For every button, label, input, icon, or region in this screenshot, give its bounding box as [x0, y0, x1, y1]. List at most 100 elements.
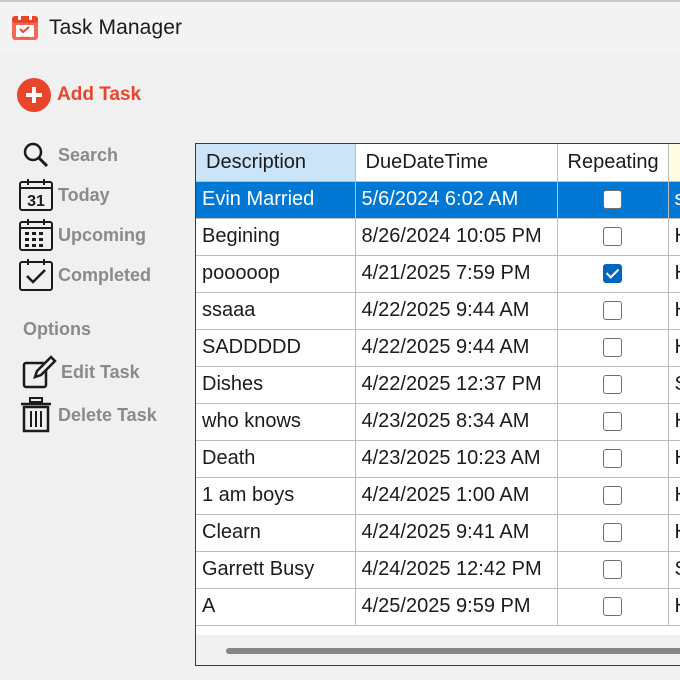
table-row[interactable]: Evin Married5/6/2024 6:02 AM s	[196, 181, 680, 219]
repeating-checkbox[interactable]	[603, 227, 622, 247]
header-row: Description DueDateTime Repeating	[196, 144, 680, 182]
nav-today-label: Today	[58, 184, 110, 205]
description-cell[interactable]: Begining	[196, 218, 356, 256]
extra-cell[interactable]: s	[668, 181, 680, 219]
description-cell[interactable]: SADDDDD	[196, 329, 356, 367]
due-date-cell[interactable]: 4/22/2025 12:37 PM	[355, 366, 558, 404]
repeating-cell[interactable]	[557, 477, 669, 515]
horizontal-scrollbar[interactable]	[196, 635, 680, 665]
extra-cell[interactable]: H	[668, 255, 680, 293]
repeating-cell[interactable]	[557, 366, 669, 404]
delete-task-label: Delete Task	[58, 404, 157, 425]
extra-cell[interactable]: H	[668, 588, 680, 626]
repeating-checkbox[interactable]	[603, 375, 622, 395]
due-date-cell[interactable]: 5/6/2024 6:02 AM	[355, 181, 558, 219]
horizontal-scroll-thumb[interactable]	[226, 648, 680, 654]
due-date-cell[interactable]: 4/21/2025 7:59 PM	[355, 255, 558, 293]
description-cell[interactable]: Death	[196, 440, 356, 478]
due-date-cell[interactable]: 4/22/2025 9:44 AM	[355, 329, 558, 367]
description-cell[interactable]: who knows	[196, 403, 356, 441]
repeating-checkbox[interactable]	[603, 560, 622, 580]
task-table: Description DueDateTime Repeating Evin M…	[196, 144, 680, 626]
repeating-checkbox[interactable]	[603, 523, 622, 543]
repeating-cell[interactable]	[557, 181, 669, 219]
description-cell[interactable]: A	[196, 588, 356, 626]
due-date-cell[interactable]: 4/24/2025 12:42 PM	[355, 551, 558, 589]
column-header-description[interactable]: Description	[196, 144, 356, 182]
extra-cell[interactable]: H	[668, 440, 680, 478]
extra-cell[interactable]: H	[668, 477, 680, 515]
nav-completed-label: Completed	[58, 264, 152, 285]
repeating-cell[interactable]	[557, 588, 669, 626]
repeating-cell[interactable]	[557, 292, 669, 330]
due-date-cell[interactable]: 4/22/2025 9:44 AM	[355, 292, 558, 330]
table-row[interactable]: pooooop4/21/2025 7:59 PM H	[196, 255, 680, 293]
table-row[interactable]: A4/25/2025 9:59 PM H	[196, 588, 680, 626]
extra-cell[interactable]: H	[668, 329, 680, 367]
add-task-label: Add Task	[57, 84, 142, 105]
column-header-duedatetime[interactable]: DueDateTime	[355, 144, 558, 182]
nav-search-label: Search	[58, 144, 119, 165]
table-row[interactable]: who knows4/23/2025 8:34 AM H	[196, 403, 680, 441]
nav-upcoming[interactable]: Upcoming	[17, 217, 146, 253]
table-row[interactable]: 1 am boys4/24/2025 1:00 AM H	[196, 477, 680, 515]
due-date-cell[interactable]: 4/23/2025 8:34 AM	[355, 403, 558, 441]
due-date-cell[interactable]: 4/24/2025 9:41 AM	[355, 514, 558, 552]
repeating-cell[interactable]	[557, 514, 669, 552]
nav-today[interactable]: 31 Today	[17, 177, 110, 213]
repeating-checkbox[interactable]	[603, 301, 622, 321]
repeating-cell[interactable]	[557, 403, 669, 441]
extra-cell[interactable]: H	[668, 292, 680, 330]
description-cell[interactable]: Garrett Busy	[196, 551, 356, 589]
nav-completed[interactable]: Completed	[17, 257, 151, 293]
description-cell[interactable]: ssaaa	[196, 292, 356, 330]
title-bar[interactable]: TASK Task Manager	[0, 2, 680, 52]
window-title: Task Manager	[49, 16, 183, 39]
repeating-cell[interactable]	[557, 255, 669, 293]
column-header-extra[interactable]	[668, 144, 680, 182]
options-heading: Options	[23, 319, 91, 339]
extra-cell[interactable]: H	[668, 403, 680, 441]
repeating-checkbox[interactable]	[603, 190, 622, 210]
repeating-checkbox[interactable]	[603, 597, 622, 617]
table-row[interactable]: Dishes4/22/2025 12:37 PM S	[196, 366, 680, 404]
repeating-cell[interactable]	[557, 218, 669, 256]
repeating-cell[interactable]	[557, 551, 669, 589]
table-row[interactable]: Garrett Busy4/24/2025 12:42 PM S	[196, 551, 680, 589]
extra-cell[interactable]: H	[668, 218, 680, 256]
calendar-31-icon: 31	[17, 177, 55, 213]
repeating-cell[interactable]	[557, 440, 669, 478]
edit-task-button[interactable]: Edit Task	[20, 354, 140, 390]
table-row[interactable]: Clearn4/24/2025 9:41 AM H	[196, 514, 680, 552]
description-cell[interactable]: Dishes	[196, 366, 356, 404]
extra-cell[interactable]: H	[668, 514, 680, 552]
delete-task-button[interactable]: Delete Task	[17, 397, 157, 433]
description-cell[interactable]: Clearn	[196, 514, 356, 552]
edit-task-label: Edit Task	[61, 361, 140, 382]
repeating-checkbox[interactable]	[603, 264, 622, 284]
description-cell[interactable]: 1 am boys	[196, 477, 356, 515]
add-task-button[interactable]: Add Task	[17, 78, 141, 112]
description-cell[interactable]: pooooop	[196, 255, 356, 293]
due-date-cell[interactable]: 4/24/2025 1:00 AM	[355, 477, 558, 515]
repeating-checkbox[interactable]	[603, 412, 622, 432]
column-header-repeating[interactable]: Repeating	[557, 144, 669, 182]
nav-search[interactable]: Search	[17, 137, 118, 173]
nav-upcoming-label: Upcoming	[58, 224, 146, 245]
table-row[interactable]: Death4/23/2025 10:23 AM H	[196, 440, 680, 478]
description-cell[interactable]: Evin Married	[196, 181, 356, 219]
due-date-cell[interactable]: 8/26/2024 10:05 PM	[355, 218, 558, 256]
repeating-cell[interactable]	[557, 329, 669, 367]
table-row[interactable]: SADDDDD4/22/2025 9:44 AM H	[196, 329, 680, 367]
task-rows: Evin Married5/6/2024 6:02 AMsBegining8/2…	[196, 181, 680, 626]
due-date-cell[interactable]: 4/23/2025 10:23 AM	[355, 440, 558, 478]
repeating-checkbox[interactable]	[603, 449, 622, 469]
extra-cell[interactable]: S	[668, 366, 680, 404]
due-date-cell[interactable]: 4/25/2025 9:59 PM	[355, 588, 558, 626]
repeating-checkbox[interactable]	[603, 338, 622, 358]
table-row[interactable]: ssaaa4/22/2025 9:44 AM H	[196, 292, 680, 330]
repeating-checkbox[interactable]	[603, 486, 622, 506]
extra-cell[interactable]: S	[668, 551, 680, 589]
table-row[interactable]: Begining8/26/2024 10:05 PM H	[196, 218, 680, 256]
task-grid[interactable]: Description DueDateTime Repeating Evin M…	[195, 143, 680, 666]
